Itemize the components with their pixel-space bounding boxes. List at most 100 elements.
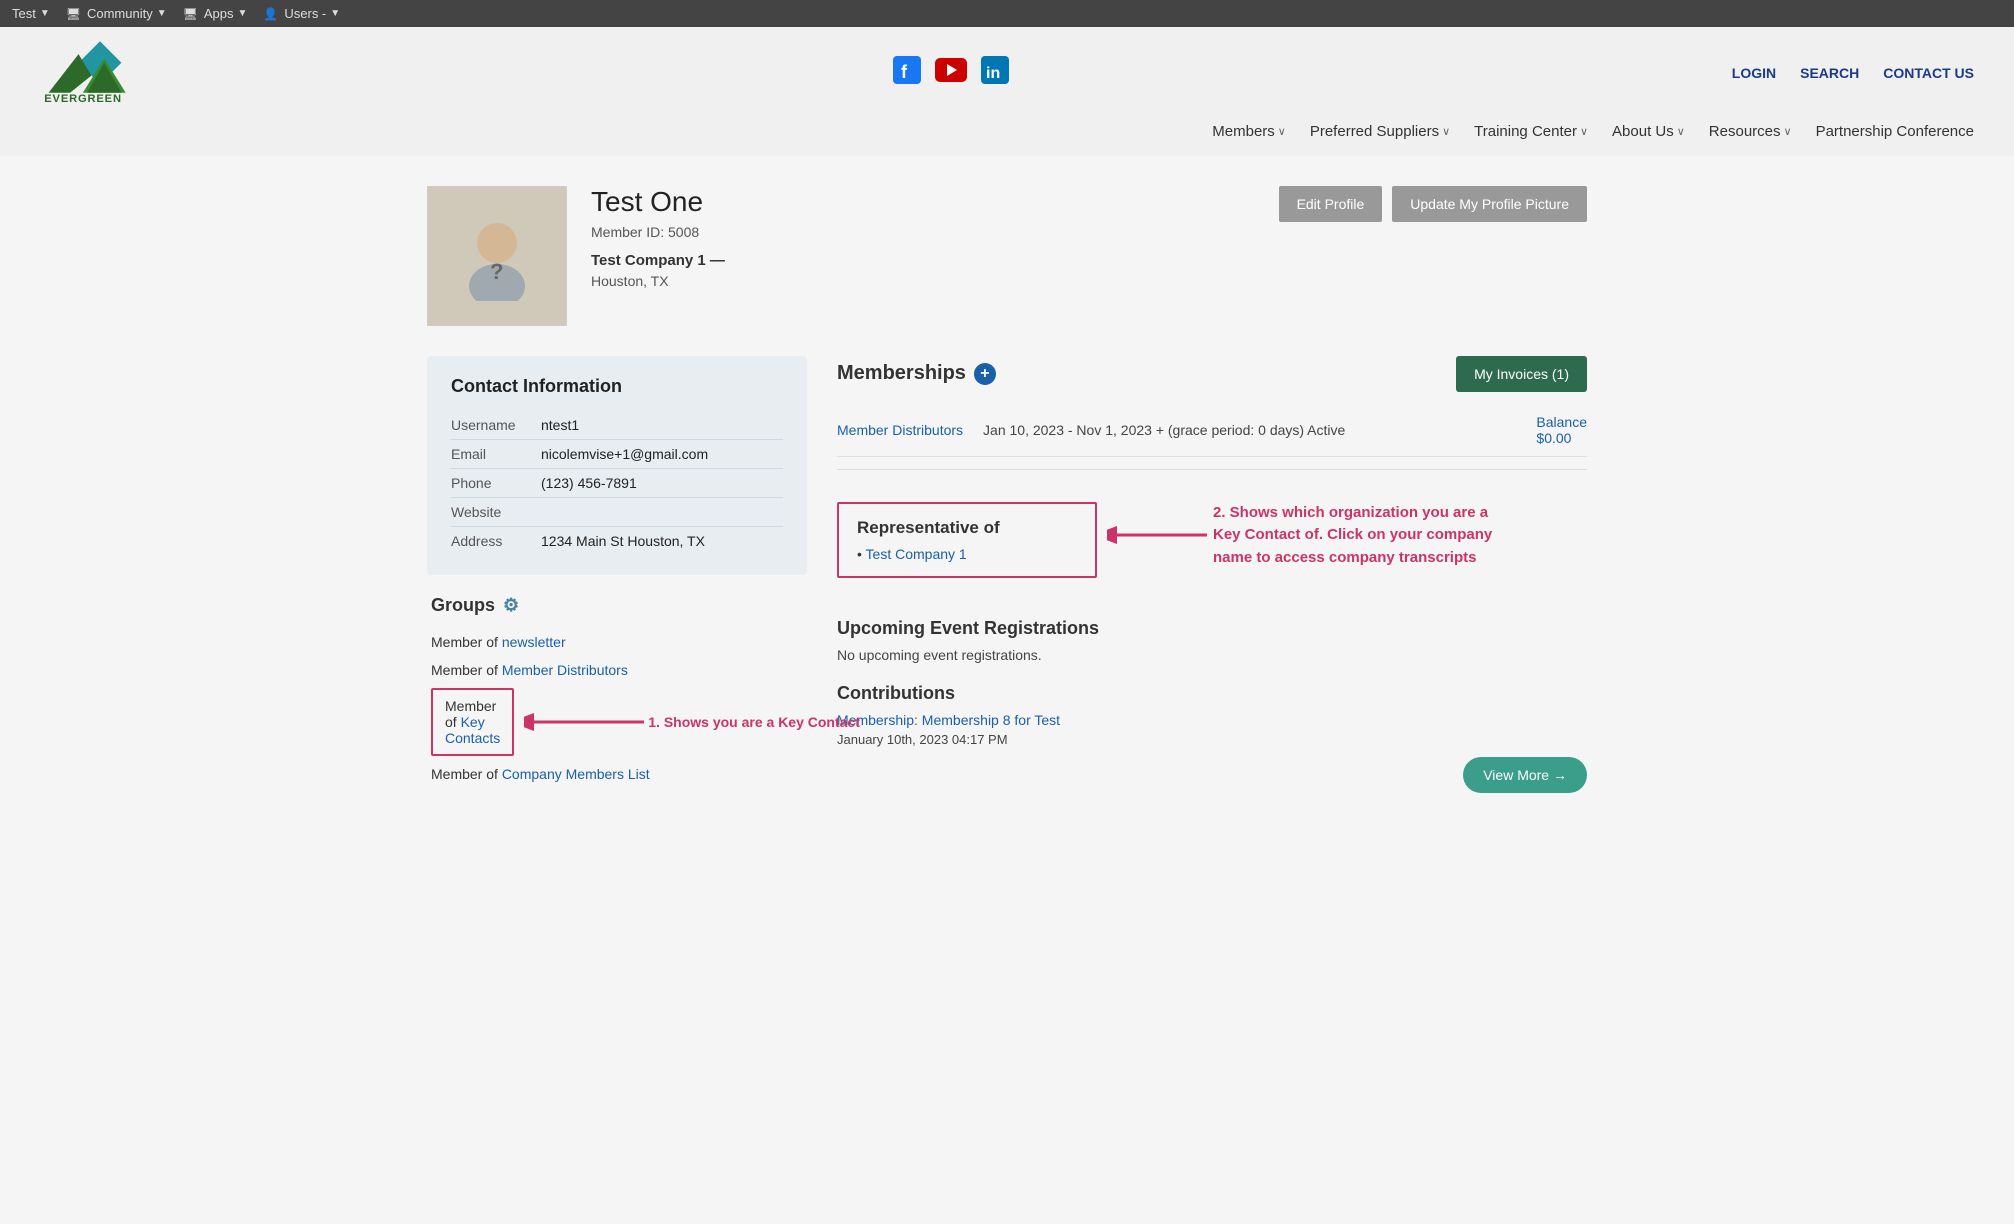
nav-item-training[interactable]: Training Center ∨ xyxy=(1474,123,1588,140)
annotation-1-arrow xyxy=(524,702,644,742)
youtube-icon[interactable] xyxy=(935,58,967,88)
site-header: EVERGREEN SUPPLY NETWORK f in LOGIN SEAR… xyxy=(0,27,2014,156)
contribution-link-0[interactable]: Membership: Membership 8 for Test xyxy=(837,712,1587,728)
memberships-title: Memberships + xyxy=(837,362,996,385)
group-link-company-members[interactable]: Company Members List xyxy=(502,766,650,782)
nav-item-preferred-suppliers[interactable]: Preferred Suppliers ∨ xyxy=(1310,123,1450,140)
nav-about-label: About Us xyxy=(1612,123,1674,140)
contact-label-username: Username xyxy=(451,417,541,433)
group-item-member-distributors: Member of Member Distributors xyxy=(431,656,803,684)
login-link[interactable]: LOGIN xyxy=(1732,65,1776,81)
group-link-newsletter[interactable]: newsletter xyxy=(502,634,566,650)
admin-item-users-label: Users - xyxy=(284,6,326,21)
groups-label: Groups xyxy=(431,595,495,616)
contributions-title: Contributions xyxy=(837,683,1587,704)
view-more-button[interactable]: View More → xyxy=(1463,757,1587,793)
search-link[interactable]: SEARCH xyxy=(1800,65,1859,81)
key-contacts-box: Member of Key Contacts xyxy=(431,688,514,756)
representative-area: Representative of • Test Company 1 xyxy=(837,482,1587,598)
contact-value-address: 1234 Main St Houston, TX xyxy=(541,533,705,549)
nav-resources-chevron: ∨ xyxy=(1784,125,1792,138)
rep-company-link-0[interactable]: Test Company 1 xyxy=(866,546,967,562)
annotation-2-area: 2. Shows which organization you are a Ke… xyxy=(1107,502,1513,570)
group-prefix-3: Member of xyxy=(431,766,502,782)
contact-row-email: Email nicolemvise+1@gmail.com xyxy=(451,440,783,469)
group-link-member-distributors[interactable]: Member Distributors xyxy=(502,662,628,678)
main-nav: Members ∨ Preferred Suppliers ∨ Training… xyxy=(40,117,1974,146)
svg-text:EVERGREEN: EVERGREEN xyxy=(44,93,122,105)
membership-link-0[interactable]: Member Distributors xyxy=(837,422,963,438)
groups-gear-icon[interactable]: ⚙ xyxy=(503,595,519,616)
add-membership-button[interactable]: + xyxy=(974,363,996,385)
representative-title: Representative of xyxy=(857,518,1077,538)
group-prefix-1: Member of xyxy=(431,662,502,678)
page-content: ? Test One Member ID: 5008 Test Company … xyxy=(407,156,1607,843)
balance-area: Balance$0.00 xyxy=(1536,414,1587,446)
rep-company-0: • Test Company 1 xyxy=(857,546,1077,562)
svg-text:in: in xyxy=(986,65,1000,82)
my-invoices-button[interactable]: My Invoices (1) xyxy=(1456,356,1587,392)
nav-item-members[interactable]: Members ∨ xyxy=(1212,123,1286,140)
admin-item-users[interactable]: 👤 Users - ▼ xyxy=(263,6,340,21)
contact-link[interactable]: CONTACT US xyxy=(1883,65,1974,81)
update-picture-button[interactable]: Update My Profile Picture xyxy=(1392,186,1587,222)
annotation-2-text: 2. Shows which organization you are a Ke… xyxy=(1213,502,1513,570)
key-contacts-row: Member of Key Contacts xyxy=(431,684,803,760)
edit-profile-button[interactable]: Edit Profile xyxy=(1279,186,1383,222)
admin-item-community[interactable]: 🖥 Community ▼ xyxy=(66,6,167,21)
company-dash: — xyxy=(710,252,725,269)
nav-resources-label: Resources xyxy=(1709,123,1781,140)
upcoming-events-section: Upcoming Event Registrations No upcoming… xyxy=(837,618,1587,663)
contact-value-phone: (123) 456-7891 xyxy=(541,475,637,491)
admin-item-apps[interactable]: 🖥 Apps ▼ xyxy=(183,6,248,21)
nav-members-label: Members xyxy=(1212,123,1275,140)
header-right-links: LOGIN SEARCH CONTACT US xyxy=(1732,65,1974,81)
group-item-newsletter: Member of newsletter xyxy=(431,628,803,656)
svg-text:f: f xyxy=(901,62,908,82)
group-item-company-members: Member of Company Members List xyxy=(431,760,803,788)
membership-row-0: Member Distributors Jan 10, 2023 - Nov 1… xyxy=(837,404,1587,457)
svg-text:?: ? xyxy=(490,259,503,284)
admin-item-test[interactable]: Test ▼ xyxy=(12,6,50,21)
membership-dates-0: Jan 10, 2023 - Nov 1, 2023 + (grace peri… xyxy=(983,422,1516,438)
main-two-col: Contact Information Username ntest1 Emai… xyxy=(427,356,1587,813)
divider-1 xyxy=(837,469,1587,470)
groups-title: Groups ⚙ xyxy=(431,595,803,616)
contact-label-email: Email xyxy=(451,446,541,462)
linkedin-icon[interactable]: in xyxy=(981,56,1009,90)
facebook-icon[interactable]: f xyxy=(893,56,921,90)
nav-item-about[interactable]: About Us ∨ xyxy=(1612,123,1685,140)
contact-row-username: Username ntest1 xyxy=(451,411,783,440)
profile-company: Test Company 1 — xyxy=(591,252,1587,269)
nav-item-resources[interactable]: Resources ∨ xyxy=(1709,123,1792,140)
header-top: EVERGREEN SUPPLY NETWORK f in LOGIN SEAR… xyxy=(40,37,1974,109)
logo-image: EVERGREEN SUPPLY NETWORK xyxy=(40,37,160,109)
admin-chevron-test: ▼ xyxy=(40,8,50,19)
company-name: Test Company 1 xyxy=(591,252,706,269)
groups-section: Groups ⚙ Member of newsletter Member of … xyxy=(427,595,807,788)
admin-chevron-users: ▼ xyxy=(330,8,340,19)
contact-card: Contact Information Username ntest1 Emai… xyxy=(427,356,807,575)
nav-training-chevron: ∨ xyxy=(1580,125,1588,138)
group-item-key-contacts: Member of Key Contacts xyxy=(445,692,500,752)
admin-chevron-apps: ▼ xyxy=(238,8,248,19)
contact-row-website: Website xyxy=(451,498,783,527)
contributions-footer: View More → xyxy=(837,757,1587,793)
nav-about-chevron: ∨ xyxy=(1677,125,1685,138)
balance-link-0[interactable]: Balance$0.00 xyxy=(1536,414,1587,446)
upcoming-events-empty: No upcoming event registrations. xyxy=(837,647,1587,663)
nav-item-conference[interactable]: Partnership Conference xyxy=(1816,123,1974,140)
annotation-1-arrow-area: 1. Shows you are a Key Contact xyxy=(524,702,860,742)
nav-conference-label: Partnership Conference xyxy=(1816,123,1974,140)
contribution-date-0: January 10th, 2023 04:17 PM xyxy=(837,732,1587,747)
logo-area[interactable]: EVERGREEN SUPPLY NETWORK xyxy=(40,37,170,109)
profile-member-id: Member ID: 5008 xyxy=(591,224,1587,240)
nav-preferred-label: Preferred Suppliers xyxy=(1310,123,1439,140)
admin-item-test-label: Test xyxy=(12,6,36,21)
admin-bar: Test ▼ 🖥 Community ▼ 🖥 Apps ▼ 👤 Users - … xyxy=(0,0,2014,27)
contact-info-title: Contact Information xyxy=(451,376,783,397)
profile-avatar: ? xyxy=(427,186,567,326)
member-id-value: 5008 xyxy=(668,224,699,240)
contact-row-phone: Phone (123) 456-7891 xyxy=(451,469,783,498)
contact-value-username: ntest1 xyxy=(541,417,579,433)
